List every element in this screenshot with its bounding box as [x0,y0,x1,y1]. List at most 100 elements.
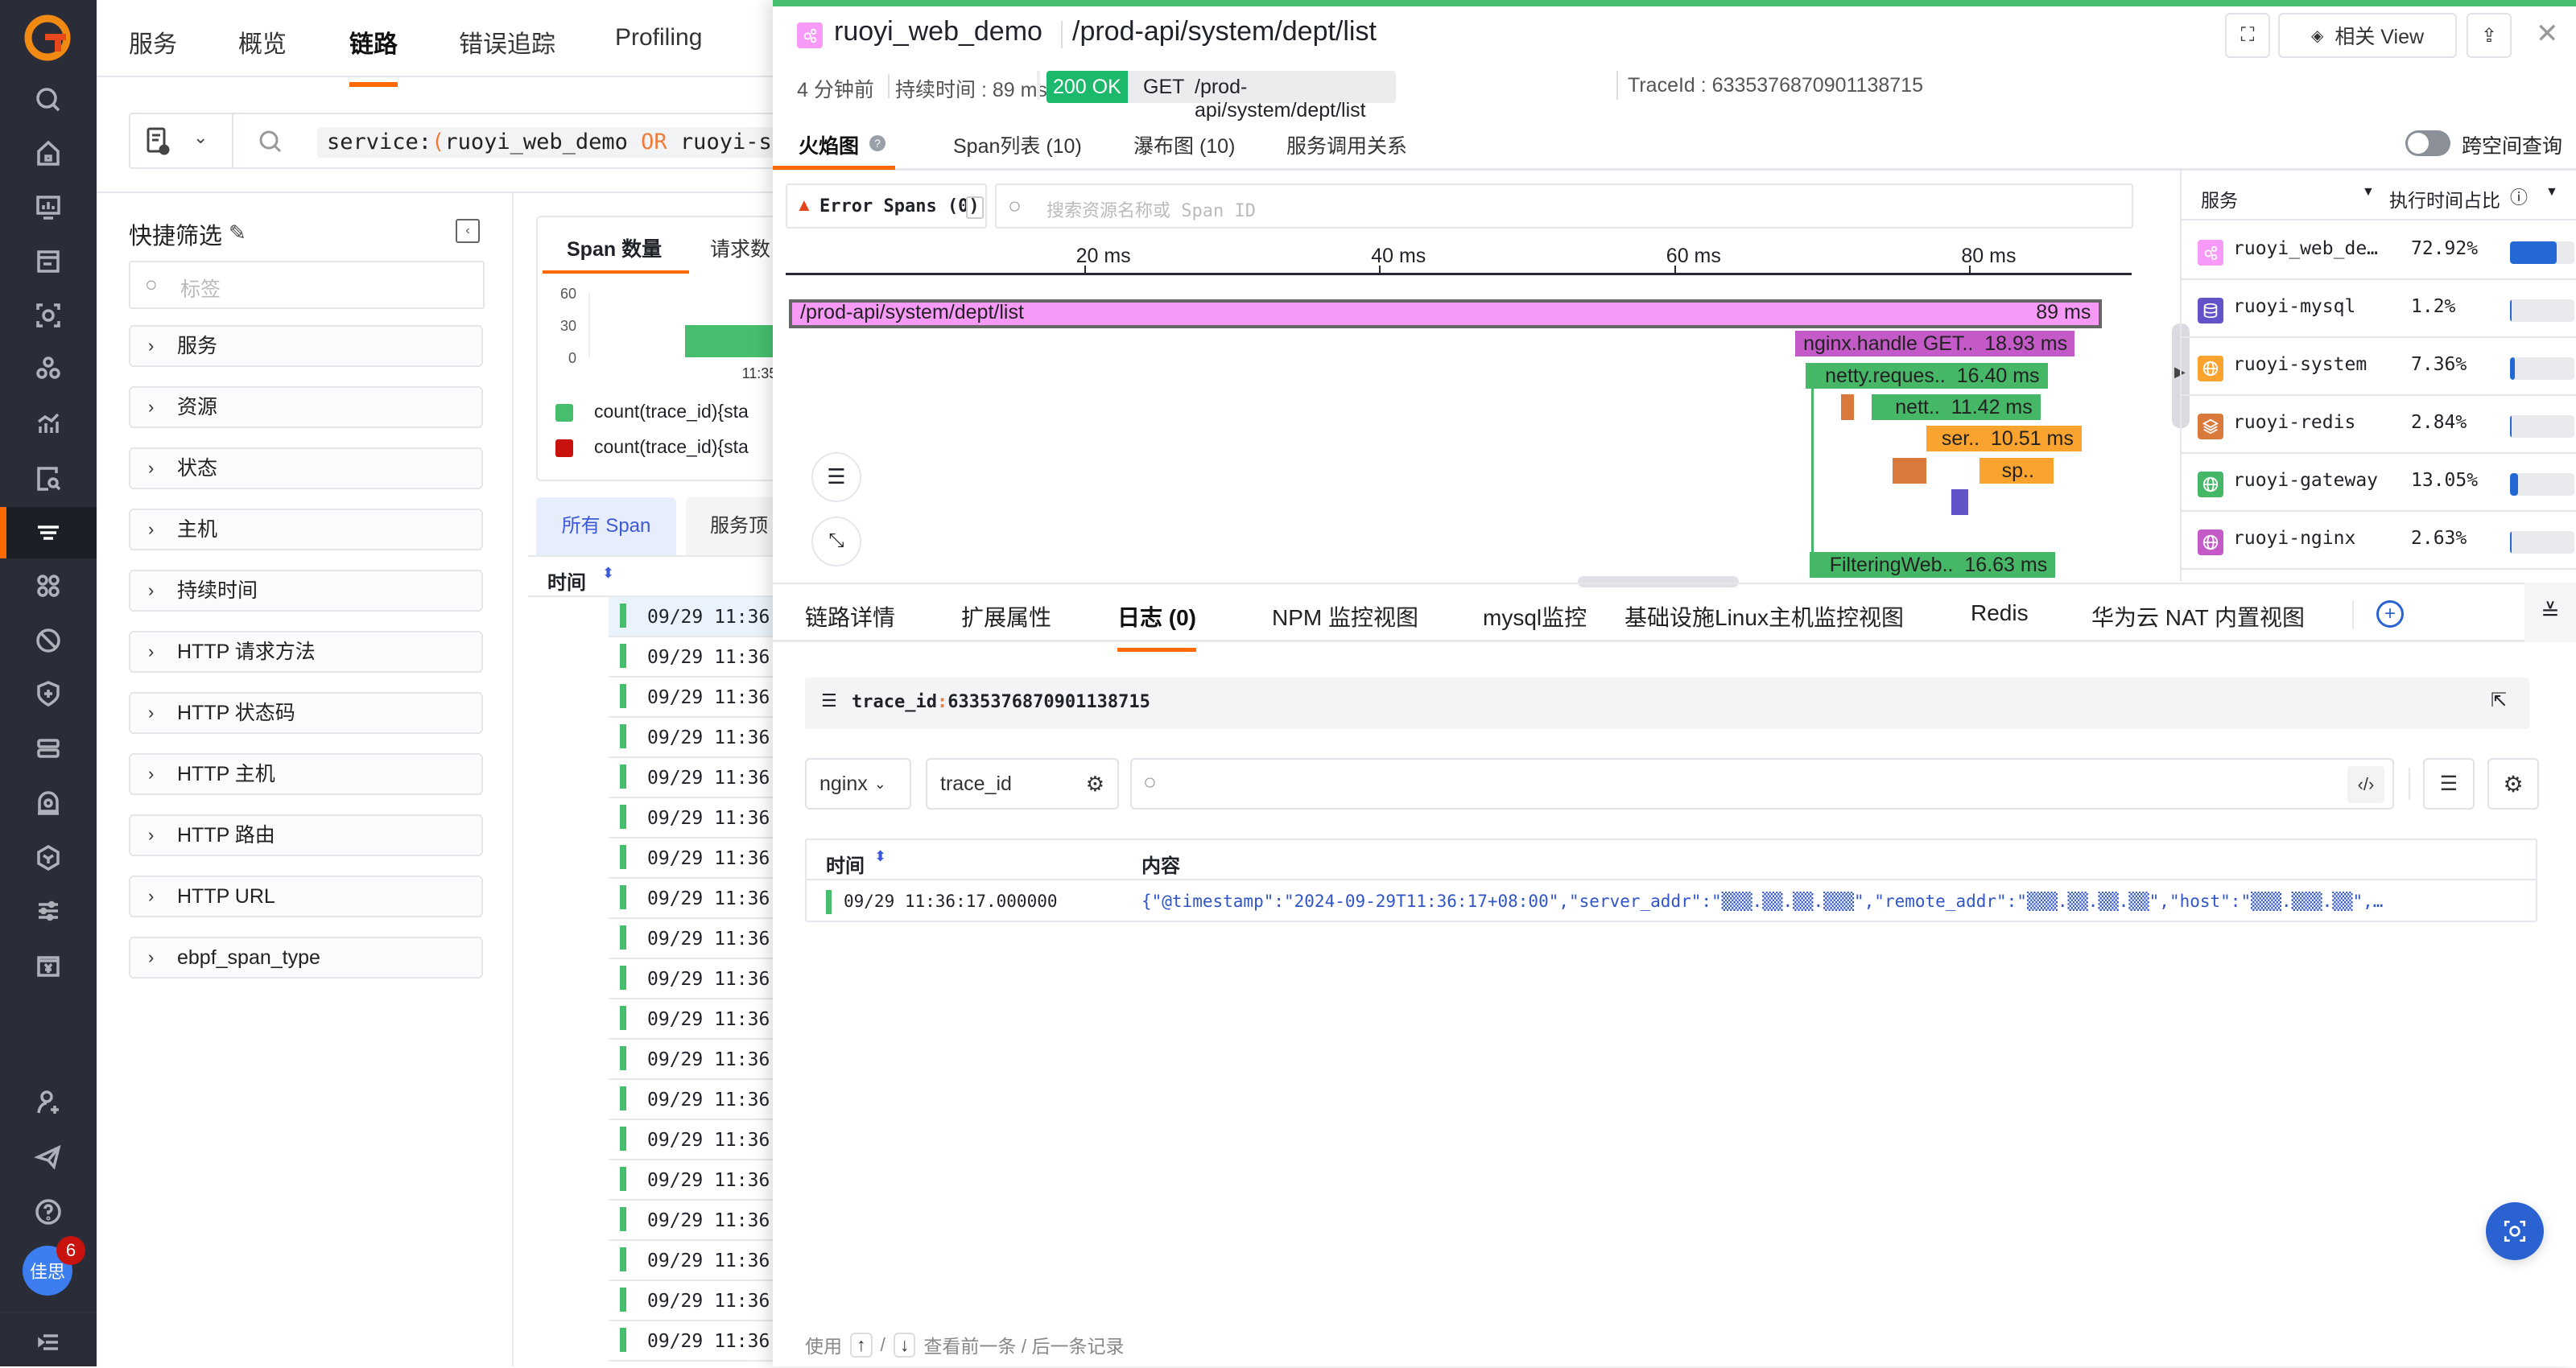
nav-trace-icon[interactable] [0,507,97,558]
detail-tab[interactable]: 扩展属性 [961,600,1051,632]
detail-tab[interactable]: 华为云 NAT 内置视图 [2091,600,2305,632]
time-column-header[interactable]: 时间 [547,567,586,595]
collapse-button[interactable]: ⤡ [811,517,861,567]
quick-filter-item[interactable]: › ebpf_span_type [129,937,483,979]
detail-tab[interactable]: mysql监控 [1483,600,1587,632]
quick-filter-item[interactable]: › 主机 [129,509,483,550]
flame-span[interactable]: netty.reques.. 16.40 ms [1805,362,2048,389]
related-view-button[interactable]: ◈ 相关 View [2278,13,2457,58]
tab-services[interactable]: 服务 [129,24,177,60]
quick-filter-item[interactable]: › 资源 [129,386,483,428]
flame-span[interactable]: sp.. [1979,457,2054,484]
nav-security-icon[interactable] [0,668,97,719]
flame-span[interactable]: ser.. 10.51 ms [1926,426,2082,452]
legend-item[interactable]: count(trace_id){sta [555,401,749,422]
app-logo-icon[interactable] [24,14,71,61]
nav-metrics-icon[interactable] [0,398,97,449]
legend-item[interactable]: count(trace_id){sta [555,436,749,458]
nav-settings-icon[interactable] [0,885,97,937]
query-type-icon[interactable] [145,126,174,156]
list-mode-button[interactable]: ☰ [2423,758,2475,810]
time-column[interactable]: 时间 [826,850,865,878]
share-button[interactable]: ⇪ [2467,13,2512,58]
detail-tab[interactable]: 基础设施Linux主机监控视图 [1624,600,1904,632]
tag-search-input[interactable]: ○ 标签 [129,261,485,309]
nav-help-icon[interactable] [0,1186,97,1238]
flame-span[interactable]: nginx.handle GET.. 18.93 ms [1795,331,2075,357]
quick-filter-item[interactable]: › HTTP 状态码 [129,692,483,734]
tab-error-tracking[interactable]: 错误追踪 [459,24,555,60]
service-row[interactable]: ruoyi-gateway 13.05% [2182,454,2576,512]
trace-id[interactable]: TraceId : 6335376870901138715 [1628,74,1923,97]
nav-apps-icon[interactable] [0,560,97,612]
chart-tab-requests[interactable]: 请求数 [710,233,770,262]
tab-service-map[interactable]: 服务调用关系 [1286,130,1407,159]
field-select[interactable]: trace_id ⚙ [926,758,1119,810]
detail-tab[interactable]: NPM 监控视图 [1272,600,1418,632]
caret-down-icon[interactable]: ▼ [2545,185,2558,200]
nav-box-icon[interactable] [0,832,97,884]
open-external-icon[interactable]: ⇱ [2491,689,2507,712]
query-input[interactable]: service:(ruoyi_web_demo OR ruoyi-system [317,127,847,158]
fullscreen-button[interactable]: ⛶ [2225,13,2270,58]
nav-camera-icon[interactable] [0,777,97,829]
add-view-icon[interactable]: + [2376,600,2404,628]
info-icon[interactable]: ⓘ [2510,183,2528,209]
tab-all-spans[interactable]: 所有 Span [536,497,676,555]
flame-span[interactable]: nett.. 11.42 ms [1872,394,2041,420]
quick-filter-item[interactable]: › 服务 [129,325,483,367]
service-row[interactable]: ruoyi-nginx 2.63% [2182,512,2576,570]
nav-home-icon[interactable] [0,127,97,179]
flame-span[interactable]: /prod-api/system/dept/list 89 ms [789,299,2103,328]
sort-icon[interactable]: ⬍ [602,565,614,582]
nav-search-icon[interactable] [0,74,97,126]
span-search-input[interactable]: ○ 搜索资源名称或 Span ID [995,183,2133,229]
tab-overview[interactable]: 概览 [238,24,287,60]
log-row[interactable]: 09/29 11:36:17.000000 {"@timestamp":"202… [807,882,2537,922]
tab-waterfall[interactable]: 瀑布图 (10) [1133,130,1235,159]
code-mode-icon[interactable]: ‹/› [2347,766,2384,803]
toggle-list-button[interactable]: ☰ [811,452,861,502]
detail-tab[interactable]: 日志 (0) [1117,600,1197,652]
caret-down-icon[interactable]: ▼ [2362,185,2375,200]
chevron-down-icon[interactable]: ⌄ [193,127,208,148]
nav-scan-icon[interactable] [0,290,97,341]
quick-filter-item[interactable]: › 持续时间 [129,570,483,612]
detail-tab[interactable]: 链路详情 [805,600,895,632]
quick-filter-item[interactable]: › HTTP URL [129,876,483,917]
quick-filter-item[interactable]: › HTTP 路由 [129,814,483,856]
service-row[interactable]: ruoyi-mysql 1.2% [2182,280,2576,338]
log-source-select[interactable]: nginx ⌄ [805,758,911,810]
service-column[interactable]: 服务 [2201,185,2238,212]
log-settings-button[interactable]: ⚙ [2487,758,2539,810]
tab-profiling[interactable]: Profiling [615,24,702,52]
service-row[interactable]: ruoyi_web_de… 72.92% [2182,222,2576,280]
error-spans-filter[interactable]: ▲ Error Spans (0) [786,183,987,229]
collapse-panel-icon[interactable]: ‹ [456,219,480,243]
chart-tab-span-count[interactable]: Span 数量 [567,233,662,262]
nav-monitor-icon[interactable] [0,615,97,666]
edit-icon[interactable]: ✎ [229,220,246,245]
quick-filter-item[interactable]: › 状态 [129,447,483,489]
more-tabs-button[interactable]: ≚ [2524,583,2576,642]
service-row[interactable]: ruoyi-redis 2.84% [2182,396,2576,454]
close-icon[interactable]: ✕ [2536,18,2559,50]
flame-span[interactable]: FilteringWeb.. 16.63 ms [1810,552,2056,579]
flame-span[interactable] [1893,457,1927,484]
detail-tab[interactable]: Redis [1971,600,2029,626]
flame-span[interactable] [1951,488,1968,515]
nav-infra-icon[interactable] [0,723,97,774]
nav-billing-icon[interactable] [0,940,97,991]
nav-send-icon[interactable] [0,1131,97,1183]
gear-icon[interactable]: ⚙ [1086,772,1104,797]
quick-filter-item[interactable]: › HTTP 请求方法 [129,631,483,673]
exec-time-column[interactable]: 执行时间占比 [2389,185,2500,212]
cross-space-toggle[interactable] [2405,130,2450,156]
flame-span[interactable] [1840,394,1855,420]
tab-traces[interactable]: 链路 [349,24,398,87]
log-search-input[interactable]: ○ ‹/› [1130,758,2394,810]
nav-dashboard-icon[interactable] [0,182,97,233]
nav-log-search-icon[interactable] [0,452,97,504]
tab-span-list[interactable]: Span列表 (10) [953,130,1082,159]
quick-filter-item[interactable]: › HTTP 主机 [129,753,483,795]
